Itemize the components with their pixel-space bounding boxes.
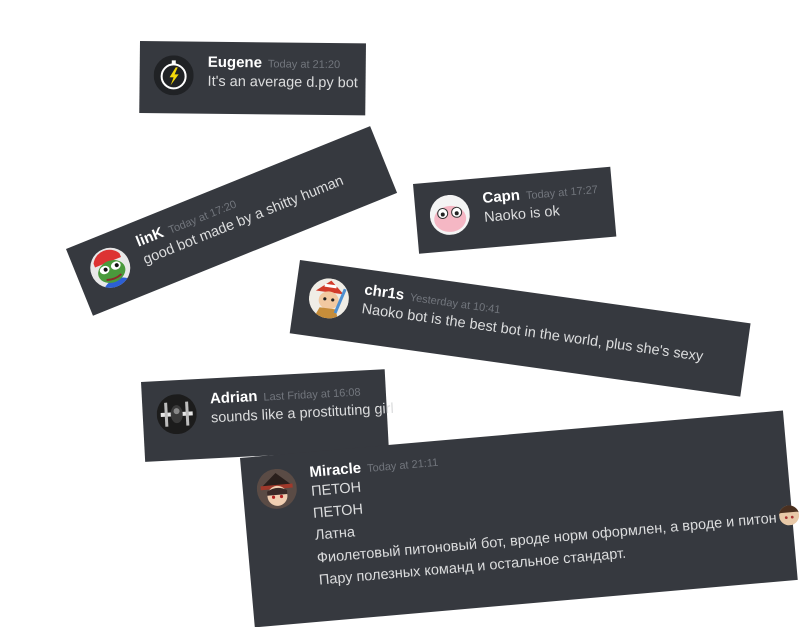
username[interactable]: Eugene	[208, 54, 262, 72]
message-content: Capn Today at 17:27 Naoko is ok	[482, 180, 601, 229]
dark-fighter-avatar[interactable]	[155, 393, 198, 436]
message-content: Adrian Last Friday at 16:08 sounds like …	[210, 381, 395, 430]
pink-blob-avatar[interactable]	[428, 193, 472, 237]
message-card-capn: Capn Today at 17:27 Naoko is ok	[413, 166, 617, 254]
pepe-frog-avatar[interactable]	[84, 241, 137, 294]
message-text: It's an average d.py bot	[207, 73, 358, 92]
message-content: chr1s Yesterday at 10:41 Naoko bot is th…	[360, 281, 707, 368]
message-content: Miracle Today at 21:11 ПЕТОН ПЕТОН Латна…	[309, 422, 800, 592]
message-card-eugene: Eugene Today at 21:20 It's an average d.…	[139, 41, 366, 116]
stopwatch-bolt-avatar[interactable]	[153, 55, 194, 96]
timestamp: Today at 21:20	[267, 58, 341, 72]
cartoon-character-avatar[interactable]	[306, 275, 352, 321]
message-content: linK Today at 17:20 good bot made by a s…	[134, 154, 347, 270]
message-content: Eugene Today at 21:20 It's an average d.…	[207, 54, 358, 95]
anime-face-emoji[interactable]	[778, 504, 800, 527]
anime-witch-avatar[interactable]	[255, 467, 299, 511]
message-header: Eugene Today at 21:20	[208, 54, 358, 73]
